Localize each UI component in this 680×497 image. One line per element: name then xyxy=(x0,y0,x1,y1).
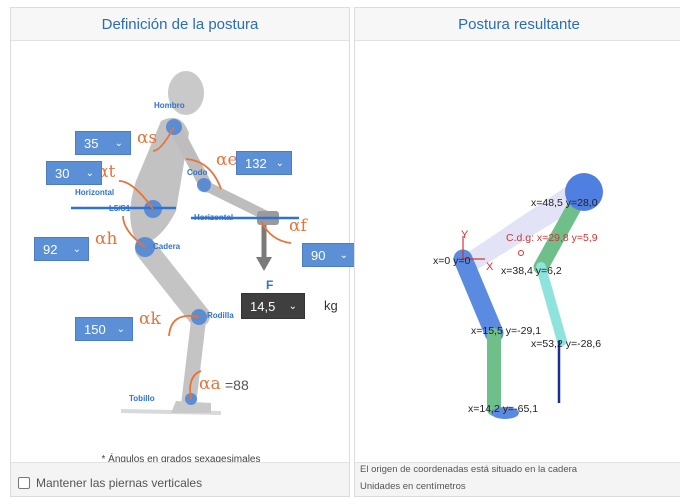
label-horizontal-2: Horizontal xyxy=(194,213,234,222)
force-value: 14,5 xyxy=(250,299,276,314)
knee-angle-value: 150 xyxy=(84,322,106,337)
y-axis-label: Y xyxy=(461,229,469,241)
posture-diagram xyxy=(453,173,603,419)
angle-symbol-e: αe xyxy=(216,150,238,170)
chevron-down-icon: ⌄ xyxy=(85,168,94,179)
hip-angle-select[interactable]: 92 ⌄ xyxy=(34,237,89,261)
label-rodilla: Rodilla xyxy=(207,311,234,320)
trunk-angle-select[interactable]: 30 ⌄ xyxy=(46,161,102,185)
vertical-legs-checkbox[interactable] xyxy=(18,477,30,489)
label-l5s1: L5/S1 xyxy=(109,204,131,213)
angle-symbol-f: αf xyxy=(289,216,307,236)
resulting-posture-title: Postura resultante xyxy=(355,8,680,41)
hip-angle-value: 92 xyxy=(43,242,58,257)
angle-symbol-h: αh xyxy=(95,229,118,249)
coord-cog: C.d.g: x=29,8 y=5,9 xyxy=(506,232,598,244)
forearm-angle-value: 90 xyxy=(311,248,326,263)
shoulder-angle-value: 35 xyxy=(84,136,99,151)
label-hombro: Hombro xyxy=(154,101,185,110)
coord-knee: x=15,5 y=-29,1 xyxy=(471,325,542,337)
coord-elbow: x=38,4 y=6,2 xyxy=(501,265,562,277)
coord-ankle: x=14,2 y=-65,1 xyxy=(468,403,539,415)
coord-load: x=53,2 y=-28,6 xyxy=(531,338,602,350)
force-unit: kg xyxy=(324,298,338,313)
forearm-segment xyxy=(536,262,567,346)
vertical-legs-label: Mantener las piernas verticales xyxy=(36,476,203,490)
vertical-legs-option[interactable]: Mantener las piernas verticales xyxy=(18,476,202,490)
chevron-down-icon: ⌄ xyxy=(116,324,125,335)
angle-symbol-k: αk xyxy=(139,309,161,329)
chevron-down-icon: ⌄ xyxy=(288,301,297,312)
label-tobillo: Tobillo xyxy=(129,394,155,403)
cog-marker xyxy=(518,250,524,256)
label-cadera: Cadera xyxy=(153,242,181,251)
resulting-posture-panel: Postura resultante Y X x=48,5 y=28,0 C.d… xyxy=(354,7,680,497)
chevron-down-icon: ⌄ xyxy=(275,158,284,169)
units-note: Unidades en centímetros xyxy=(360,481,466,492)
chevron-down-icon: ⌄ xyxy=(114,138,123,149)
elbow-angle-value: 132 xyxy=(245,156,267,171)
coord-origin: x=0 y=0 xyxy=(433,255,471,267)
chevron-down-icon: ⌄ xyxy=(72,244,81,255)
force-select[interactable]: 14,5 ⌄ xyxy=(241,293,305,319)
coord-hand: x=48,5 y=28,0 xyxy=(531,197,598,209)
posture-definition-title: Definición de la postura xyxy=(11,8,349,41)
shoulder-angle-select[interactable]: 35 ⌄ xyxy=(75,131,131,155)
posture-definition-panel: Definición de la postura Hombro Codo Hor… xyxy=(10,7,356,497)
label-codo: Codo xyxy=(187,168,208,177)
ankle-angle-value: =88 xyxy=(225,377,249,393)
chevron-down-icon: ⌄ xyxy=(339,250,348,261)
elbow-angle-select[interactable]: 132 ⌄ xyxy=(236,151,292,175)
forearm-angle-select[interactable]: 90 ⌄ xyxy=(302,243,356,267)
angle-symbol-s: αs xyxy=(137,128,158,148)
knee-angle-select[interactable]: 150 ⌄ xyxy=(75,317,133,341)
elbow-joint xyxy=(197,178,211,192)
x-axis-label: X xyxy=(486,261,494,273)
origin-note: El origen de coordenadas está situado en… xyxy=(360,464,578,475)
angle-symbol-a: αa xyxy=(199,374,221,394)
trunk-angle-value: 30 xyxy=(55,166,70,181)
force-label: F xyxy=(266,278,274,292)
label-horizontal-1: Horizontal xyxy=(75,188,115,197)
